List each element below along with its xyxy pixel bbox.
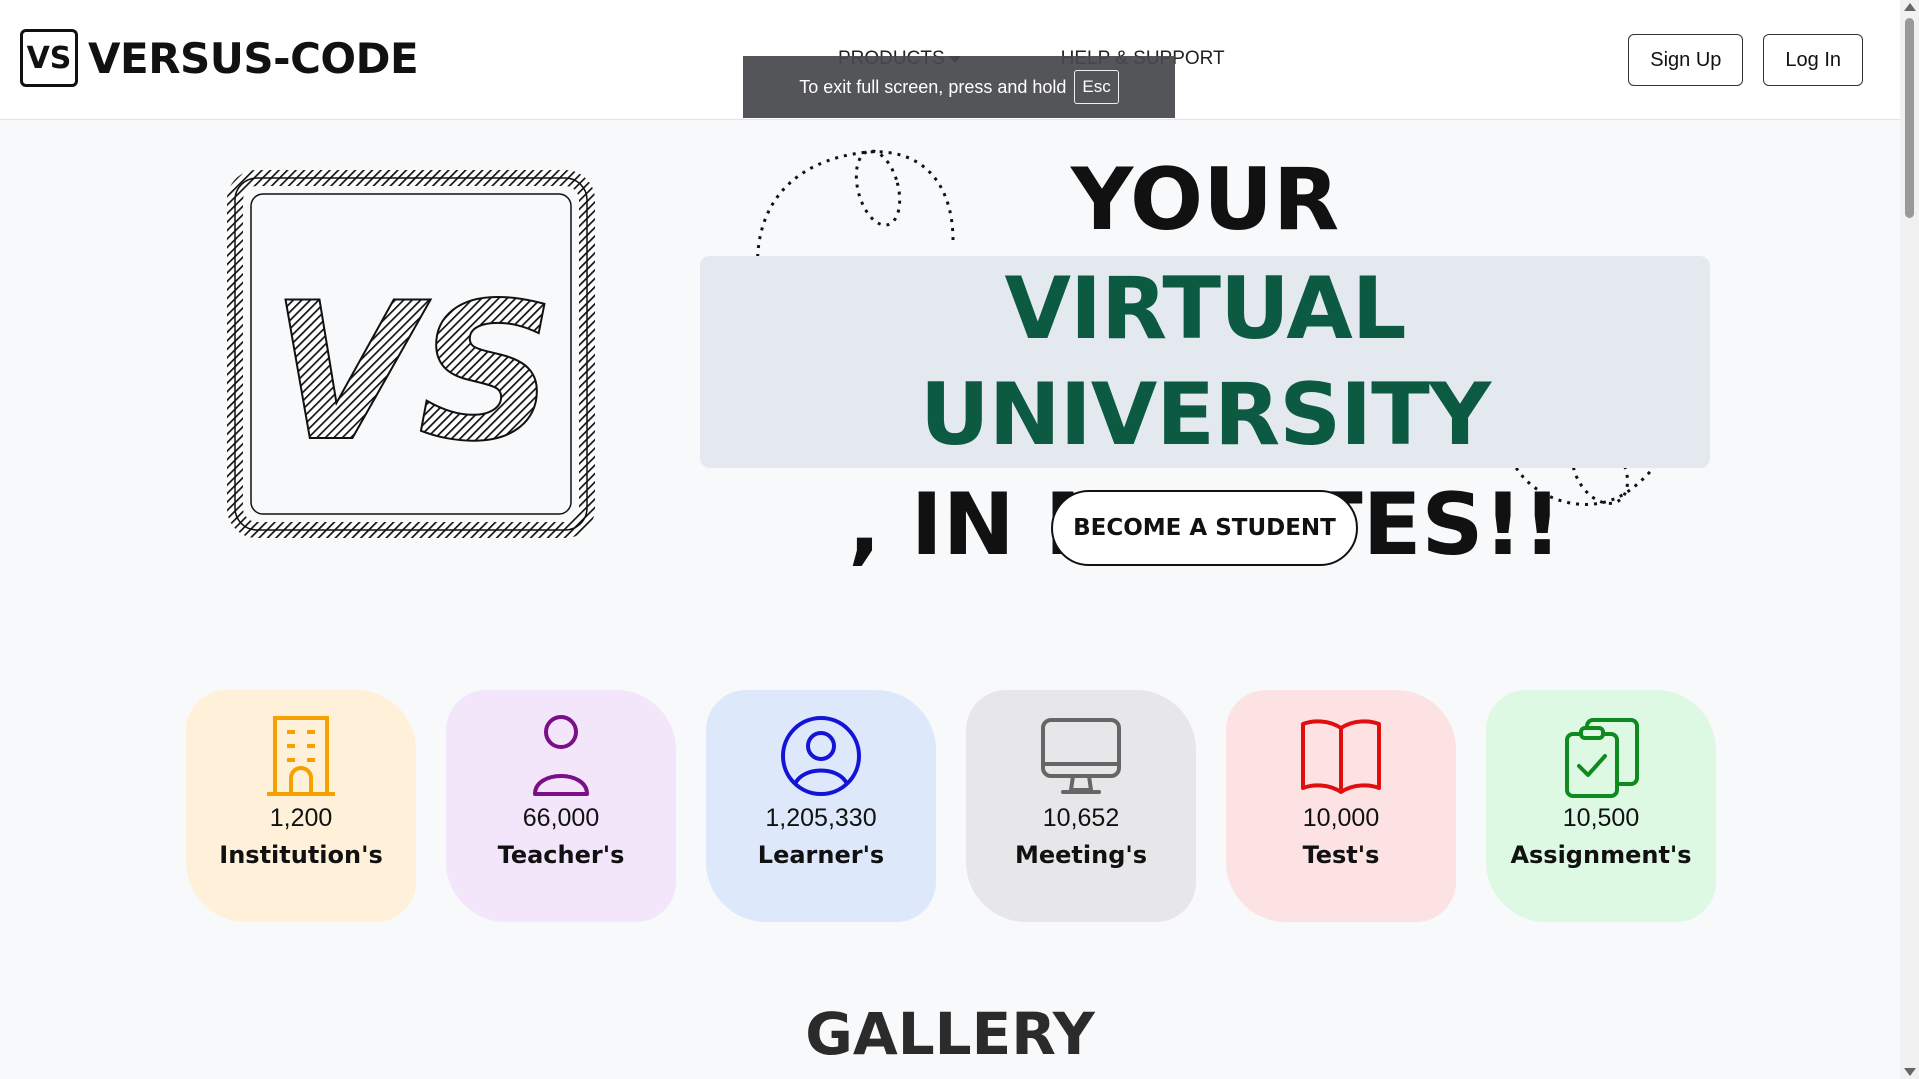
- stat-value: 10,000: [1302, 804, 1380, 832]
- stat-label: Learner's: [757, 841, 885, 869]
- brand-name: VERSUS-CODE: [88, 33, 419, 83]
- stat-card-tests: 10,000 Test's: [1226, 690, 1456, 922]
- hero-title-line2: VIRTUAL UNIVERSITY: [919, 259, 1491, 465]
- stat-card-assignments: 10,500 Assignment's: [1486, 690, 1716, 922]
- stat-card-teachers: 66,000 Teacher's: [446, 690, 676, 922]
- stat-value: 10,500: [1562, 804, 1640, 832]
- esc-key-hint: Esc: [1074, 70, 1119, 104]
- scrollbar-thumb[interactable]: [1905, 18, 1914, 218]
- building-icon: [267, 716, 335, 796]
- user-icon: [533, 715, 589, 796]
- auth-buttons: Sign Up Log In: [1628, 34, 1863, 86]
- stat-card-meetings: 10,652 Meeting's: [966, 690, 1196, 922]
- hero-vs-logo: VS: [227, 170, 595, 538]
- stat-label: Teacher's: [497, 841, 625, 869]
- become-student-button[interactable]: BECOME A STUDENT: [1051, 490, 1358, 566]
- fullscreen-exit-toast: To exit full screen, press and hold Esc: [743, 56, 1175, 118]
- stat-value: 10,652: [1042, 804, 1120, 832]
- hero-title-highlight: VIRTUAL UNIVERSITY: [700, 256, 1710, 468]
- stat-label: Meeting's: [1014, 841, 1148, 869]
- gallery-title: GALLERY: [805, 1000, 1095, 1068]
- scroll-down-arrow-icon[interactable]: [1904, 1068, 1916, 1076]
- stat-card-institutions: 1,200 Institution's: [186, 690, 416, 922]
- page-scrollbar[interactable]: [1900, 0, 1919, 1079]
- stat-label: Assignment's: [1510, 841, 1692, 869]
- signup-button[interactable]: Sign Up: [1628, 34, 1744, 86]
- stat-value: 1,200: [269, 804, 333, 832]
- brand-logo: VS: [20, 29, 78, 87]
- stat-value: 1,205,330: [765, 804, 877, 832]
- brand[interactable]: VS VERSUS-CODE: [20, 29, 419, 87]
- stat-card-learners: 1,205,330 Learner's: [706, 690, 936, 922]
- book-icon: [1301, 719, 1381, 794]
- hero-title-line1: YOUR: [1070, 150, 1340, 250]
- user-circle-icon: [781, 716, 861, 796]
- scroll-up-arrow-icon[interactable]: [1904, 3, 1916, 11]
- stat-label: Institution's: [219, 841, 383, 869]
- monitor-icon: [1041, 718, 1121, 794]
- login-button[interactable]: Log In: [1763, 34, 1863, 86]
- stat-label: Test's: [1302, 841, 1380, 869]
- fullscreen-toast-message: To exit full screen, press and hold: [799, 76, 1067, 97]
- clipboard-check-icon: [1565, 718, 1639, 798]
- hero-logo-text: VS: [271, 262, 555, 483]
- stat-value: 66,000: [522, 804, 600, 832]
